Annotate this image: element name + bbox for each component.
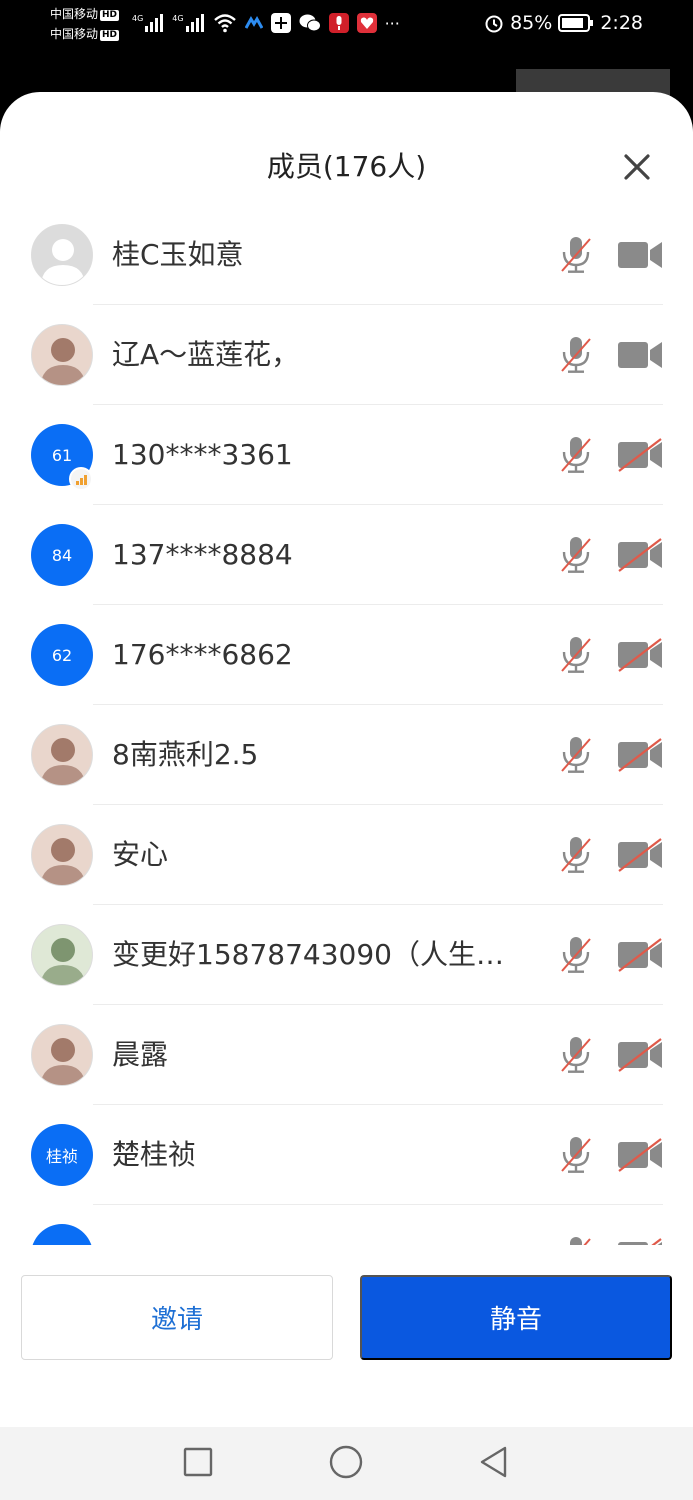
avatar[interactable]: 62 [31,624,93,686]
signal-strength-icon [69,467,93,491]
member-row[interactable]: 62 176****6862 [0,605,693,705]
clock: 2:28 [600,12,643,34]
close-icon[interactable] [618,148,656,186]
member-name: 137****8884 [112,538,293,571]
microphone-muted-icon[interactable] [558,235,594,275]
wechat-icon [299,14,321,32]
hd-badge: HD [100,30,120,41]
battery-percent: 85% [510,12,553,34]
default-user-icon [41,239,85,285]
member-name: 176****6862 [112,638,293,671]
member-row[interactable]: 8南燕利2.5 [0,705,693,805]
camera-off-icon[interactable] [616,837,664,873]
back-triangle-icon[interactable] [474,1442,514,1482]
battery-icon [558,14,594,32]
member-name: 130****3361 [112,438,293,471]
signal-icon: 4G [172,14,204,32]
avatar[interactable]: 84 [31,524,93,586]
status-bar: 中国移动 HD 中国移动 HD 4G 4G ··· 85% 2:28 [0,0,693,48]
camera-off-icon[interactable] [616,1037,664,1073]
microphone-muted-icon[interactable] [558,835,594,875]
more-indicator: ··· [384,13,400,33]
camera-off-icon[interactable] [616,437,664,473]
microphone-muted-icon[interactable] [558,1135,594,1175]
alarm-icon [485,15,503,33]
circle-icon[interactable] [326,1442,366,1482]
member-row[interactable]: 安心 [0,805,693,905]
camera-off-icon[interactable] [616,1137,664,1173]
microphone-muted-icon[interactable] [558,635,594,675]
gift-icon [356,13,377,33]
sheet-title: 成员(176人) [266,150,427,183]
carrier-1: 中国移动 HD [50,7,120,21]
avatar-initials: 桂祯 [45,1147,78,1166]
profile-photo-icon [40,938,86,985]
avatar-initials: 84 [51,545,73,565]
hd-badge: HD [100,10,120,21]
mute-all-button[interactable]: 静音 [360,1275,672,1360]
avatar[interactable] [31,224,93,286]
avatar-photo[interactable] [31,724,93,786]
microphone-muted-icon[interactable] [558,435,594,475]
avatar-photo[interactable] [31,324,93,386]
microphone-icon [328,13,349,33]
wifi-icon [213,14,236,33]
member-name: 辽A～蓝莲花， [112,338,300,371]
members-sheet: 成员(176人) 桂C玉如意 辽A～蓝莲花， 61 130****3361 84… [0,92,693,1427]
invite-button[interactable]: 邀请 [21,1275,333,1360]
avatar-photo[interactable] [31,1024,93,1086]
avatar-initials: 61 [51,445,73,465]
camera-icon[interactable] [616,337,664,373]
avatar-photo[interactable] [31,824,93,886]
profile-photo-icon [40,338,86,385]
member-row[interactable]: 变更好15878743090（人生… [0,905,693,1005]
profile-photo-icon [40,838,86,885]
microphone-muted-icon[interactable] [558,735,594,775]
avatar-photo[interactable] [31,924,93,986]
camera-off-icon[interactable] [616,937,664,973]
member-name: 晨露 [112,1038,169,1071]
microphone-muted-icon[interactable] [558,335,594,375]
camera-off-icon[interactable] [616,637,664,673]
add-icon [270,13,291,33]
navigation-bar [0,1427,693,1500]
member-list[interactable]: 桂C玉如意 辽A～蓝莲花， 61 130****3361 84 137****888… [0,205,693,1245]
signal-icon: 4G [132,14,164,32]
member-name: 8南燕利2.5 [112,738,259,771]
member-name: 变更好15878743090（人生… [112,938,504,971]
microphone-muted-icon[interactable] [558,935,594,975]
app-icon [244,16,263,29]
avatar-initials: 62 [51,645,73,665]
profile-photo-icon [40,1038,86,1085]
member-name: 安心 [112,838,169,871]
member-row[interactable]: 辽A～蓝莲花， [0,305,693,405]
carrier-2: 中国移动 HD [50,27,120,41]
camera-off-icon[interactable] [616,1237,664,1245]
member-row[interactable] [0,1205,693,1245]
microphone-muted-icon[interactable] [558,1035,594,1075]
member-name: 楚桂祯 [112,1138,197,1171]
member-name: 桂C玉如意 [112,238,244,271]
avatar[interactable]: 桂祯 [31,1124,93,1186]
microphone-muted-icon[interactable] [558,1235,594,1245]
profile-photo-icon [40,738,86,785]
member-row[interactable]: 84 137****8884 [0,505,693,605]
microphone-muted-icon[interactable] [558,535,594,575]
camera-off-icon[interactable] [616,737,664,773]
square-icon[interactable] [178,1442,218,1482]
member-row[interactable]: 桂祯 楚桂祯 [0,1105,693,1205]
member-row[interactable]: 桂C玉如意 [0,205,693,305]
member-row[interactable]: 61 130****3361 [0,405,693,505]
camera-icon[interactable] [616,237,664,273]
avatar[interactable] [31,1224,93,1245]
member-row[interactable]: 晨露 [0,1005,693,1105]
camera-off-icon[interactable] [616,537,664,573]
